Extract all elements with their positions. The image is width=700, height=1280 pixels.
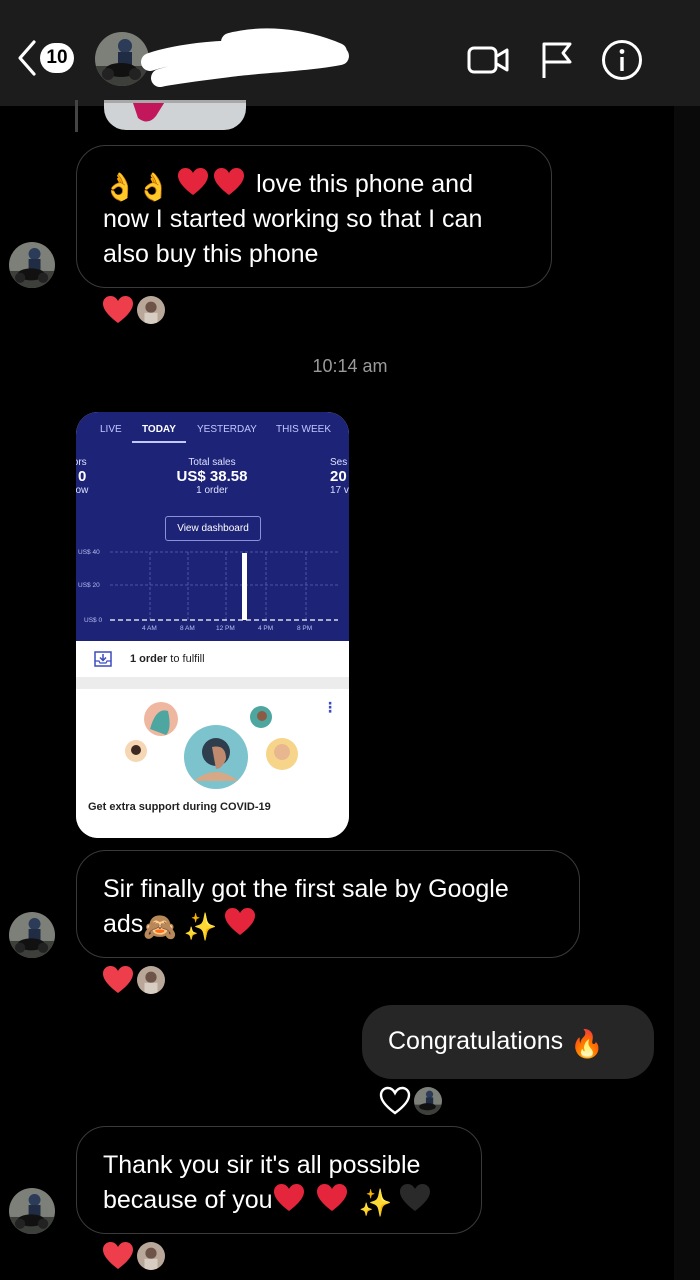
sessions-stat: Ses 20 17 v <box>330 457 349 496</box>
sales-mini-chart: US$ 40 US$ 20 US$ 0 4 AM 8 AM 12 PM 4 PM… <box>78 549 338 632</box>
reactor-avatar <box>136 295 166 325</box>
stat-label: Total sales <box>188 457 236 468</box>
people-illustration <box>125 702 298 789</box>
y-tick: US$ 20 <box>78 582 100 589</box>
fulfill-label: to fulfill <box>170 653 205 665</box>
message-reactions[interactable] <box>102 965 166 995</box>
reply-indicator-line <box>75 100 78 132</box>
heart-outline-reaction-icon <box>379 1086 411 1115</box>
video-call-icon[interactable] <box>466 38 510 82</box>
chat-header: 10 <box>0 0 700 106</box>
back-arrow-icon <box>18 40 36 76</box>
stat-value: 20 <box>330 468 347 485</box>
y-tick: US$ 0 <box>84 617 102 624</box>
x-tick: 4 PM <box>258 625 273 632</box>
y-tick: US$ 40 <box>78 549 100 556</box>
message-reactions[interactable] <box>102 295 166 325</box>
red-heart-emoji <box>273 1184 304 1211</box>
card-separator <box>76 677 349 689</box>
sales-bar <box>242 553 247 620</box>
red-heart-emoji <box>316 1184 347 1211</box>
stat-value: 0 <box>78 468 87 485</box>
redacted-name-scribble <box>141 28 349 87</box>
tab-today: TODAY <box>142 424 176 435</box>
reactor-avatar <box>136 1241 166 1271</box>
visitors-stat: tors 0 now <box>76 457 100 496</box>
scroll-edge <box>674 106 700 1280</box>
message-text: Congratulations <box>388 1027 564 1055</box>
message-bubble[interactable]: Sir finally got the first sale by Google… <box>76 850 580 958</box>
x-tick: 8 AM <box>180 625 195 632</box>
tab-live: LIVE <box>100 424 122 435</box>
flag-icon[interactable] <box>536 38 580 82</box>
message-reactions[interactable] <box>379 1086 443 1116</box>
red-heart-emoji <box>214 168 245 195</box>
ok-hand-emoji: 👌 <box>103 172 137 202</box>
x-tick: 8 PM <box>297 625 312 632</box>
card-title: Get extra support during COVID-19 <box>88 801 271 813</box>
sender-avatar[interactable] <box>9 1188 55 1234</box>
fire-emoji: 🔥 <box>570 1029 604 1059</box>
sender-avatar[interactable] <box>9 912 55 958</box>
heart-reaction-icon <box>103 966 133 993</box>
stat-sub: 17 v <box>330 485 349 496</box>
sender-avatar[interactable] <box>9 242 55 288</box>
tab-yesterday: YESTERDAY <box>197 424 257 435</box>
x-tick: 12 PM <box>216 625 235 632</box>
inbox-download-icon <box>94 651 112 667</box>
message-reactions[interactable] <box>102 1241 166 1271</box>
unread-count-badge: 10 <box>40 43 74 73</box>
heart-reaction-icon <box>103 1242 133 1269</box>
message-bubble[interactable]: 👌👌 love this phone and now I started wor… <box>76 145 552 288</box>
back-button[interactable]: 10 <box>16 38 74 78</box>
previous-image-fragment[interactable] <box>104 100 246 130</box>
stat-label: Ses <box>330 457 348 468</box>
message-bubble[interactable]: Thank you sir it's all possible because … <box>76 1126 482 1234</box>
black-heart-emoji <box>400 1184 431 1211</box>
stat-value: US$ 38.58 <box>176 468 248 485</box>
view-dashboard-button: View dashboard <box>165 516 261 541</box>
fulfill-count: 1 order <box>130 653 168 665</box>
reactor-avatar <box>136 965 166 995</box>
stat-sub: 1 order <box>196 485 228 496</box>
stat-label: tors <box>76 457 87 468</box>
message-timestamp: 10:14 am <box>312 356 388 376</box>
analytics-panel: LIVE TODAY YESTERDAY THIS WEEK tors 0 no… <box>76 412 349 641</box>
red-heart-emoji <box>225 908 256 935</box>
orders-to-fulfill-row: 1 order to fulfill <box>76 641 349 677</box>
sparkles-emoji: ✨ <box>183 912 218 942</box>
reactor-avatar <box>413 1086 443 1116</box>
heart-reaction-icon <box>103 296 133 323</box>
see-no-evil-monkey-emoji: 🙈 <box>143 912 177 942</box>
info-icon[interactable] <box>600 38 644 82</box>
x-tick: 4 AM <box>142 625 157 632</box>
total-sales-stat: Total sales US$ 38.58 1 order <box>162 457 262 496</box>
sparkles-emoji: ✨ <box>358 1188 393 1218</box>
active-tab-underline <box>132 441 186 443</box>
analytics-tabs: LIVE TODAY YESTERDAY THIS WEEK <box>76 418 349 438</box>
red-heart-emoji <box>178 168 209 195</box>
tab-this-week: THIS WEEK <box>276 424 332 435</box>
my-message-bubble[interactable]: Congratulations 🔥 <box>362 1005 654 1079</box>
shared-screenshot-image[interactable]: LIVE TODAY YESTERDAY THIS WEEK tors 0 no… <box>76 412 349 838</box>
ok-hand-emoji: 👌 <box>136 172 171 202</box>
covid-support-card: ⋮ Get extra support during COVID-19 <box>76 689 349 838</box>
stat-sub: now <box>76 485 89 496</box>
